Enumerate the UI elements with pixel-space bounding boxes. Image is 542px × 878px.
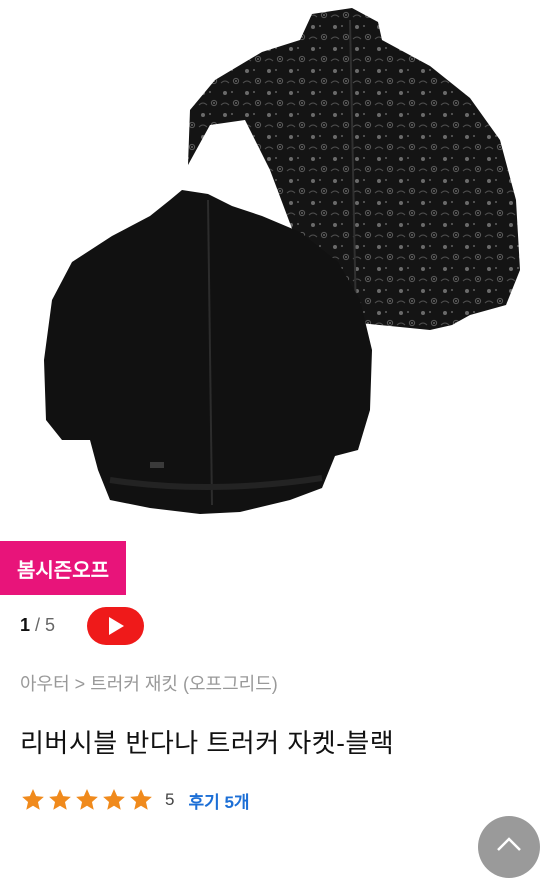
rating-row: 5 후기 5개 [20, 786, 250, 814]
play-icon [108, 617, 124, 635]
reviews-link[interactable]: 후기 5개 [188, 788, 249, 813]
product-title: 리버시블 반다나 트러커 자켓-블랙 [20, 728, 395, 758]
video-play-button[interactable] [87, 607, 144, 645]
star-icon [130, 788, 152, 810]
star-icon [76, 788, 98, 810]
image-counter-total: 5 [45, 615, 56, 635]
star-icon [49, 788, 71, 810]
product-image[interactable] [0, 0, 542, 528]
promo-badge: 봄시즌오프 [0, 541, 126, 595]
image-counter: 1 / 5 [20, 612, 55, 638]
breadcrumb[interactable]: 아우터 > 트러커 재킷 (오프그리드) [20, 672, 278, 696]
image-counter-current: 1 [20, 615, 31, 635]
scroll-top-button[interactable] [478, 816, 540, 878]
image-counter-separator: / [30, 615, 46, 635]
chevron-up-icon [497, 837, 521, 851]
rating-score: 5 [165, 790, 175, 809]
star-icon [22, 788, 44, 810]
star-icon [103, 788, 125, 810]
star-rating [20, 787, 155, 813]
